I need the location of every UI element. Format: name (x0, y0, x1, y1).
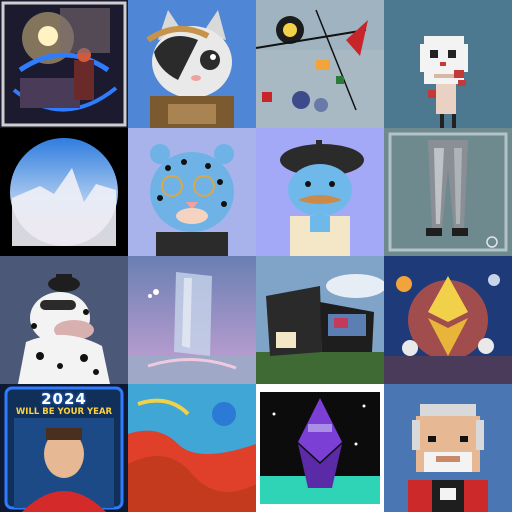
tile-astronaut-cat[interactable] (128, 0, 256, 128)
ethereum-space-painting-image (384, 256, 512, 384)
dalmatian-image (0, 256, 128, 384)
tile-purple-rocket[interactable] (256, 384, 384, 512)
crystal-block-image (128, 256, 256, 384)
abstract-shapes-image (256, 0, 384, 128)
pixel-old-man-image (384, 384, 512, 512)
silver-trousers-image (384, 128, 512, 256)
poster-subtitle-text: WILL BE YOUR YEAR (15, 407, 113, 417)
circle-gradient-image (0, 128, 128, 256)
blue-leopard-image (128, 128, 256, 256)
tile-dalmatian[interactable] (0, 256, 128, 384)
tile-2024-poster[interactable]: 2024 WILL BE YOUR YEAR (0, 384, 128, 512)
dreamscape-artwork-image (0, 0, 128, 128)
tile-red-blue-texture[interactable] (128, 384, 256, 512)
tile-abstract-shapes[interactable] (256, 0, 384, 128)
beret-character-image (256, 128, 384, 256)
red-blue-texture-image (128, 384, 256, 512)
tile-crystal-block[interactable] (128, 256, 256, 384)
astronaut-cat-image (128, 0, 256, 128)
poster-year-text: 2024 (41, 390, 87, 408)
tile-silver-trousers[interactable] (384, 128, 512, 256)
tile-pixel-skull[interactable] (384, 0, 512, 128)
pixel-skull-image (384, 0, 512, 128)
tile-circle-gradient[interactable] (0, 128, 128, 256)
nft-gallery-grid: 2024 WILL BE YOUR YEAR (0, 0, 512, 512)
tile-architecture-render[interactable] (256, 256, 384, 384)
tile-ethereum-space-painting[interactable] (384, 256, 512, 384)
tile-beret-character[interactable] (256, 128, 384, 256)
tile-dreamscape-artwork[interactable] (0, 0, 128, 128)
tile-blue-leopard[interactable] (128, 128, 256, 256)
tile-pixel-old-man[interactable] (384, 384, 512, 512)
purple-rocket-image (256, 384, 384, 512)
architecture-render-image (256, 256, 384, 384)
